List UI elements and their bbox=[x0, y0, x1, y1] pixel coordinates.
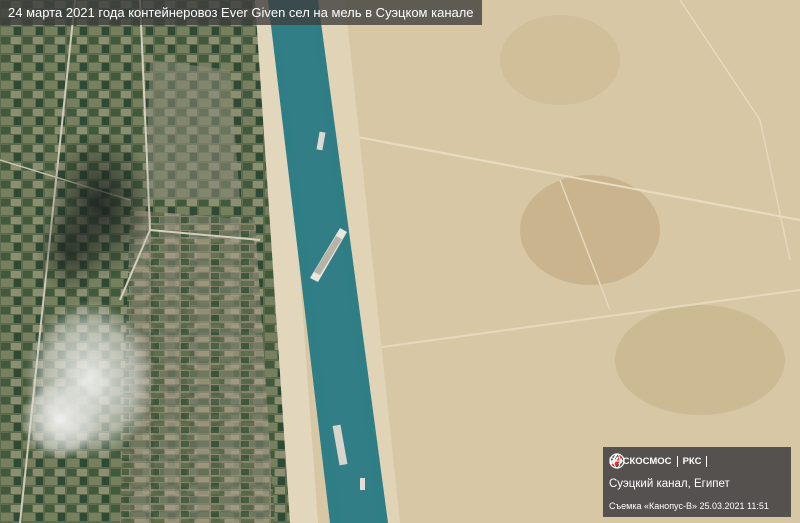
location-label: Суэцкий канал, Египет bbox=[609, 478, 730, 490]
shot-info: Съемка «Канопус-В» 25.03.2021 11:51 bbox=[609, 501, 769, 511]
satellite-scene bbox=[0, 0, 800, 523]
credit-panel: РОСКОСМОС РКС Суэцкий канал, Египет Съем… bbox=[603, 447, 791, 517]
logo-divider bbox=[706, 455, 708, 467]
ship-small bbox=[360, 478, 365, 490]
image-caption: 24 марта 2021 года контейнеровоз Ever Gi… bbox=[0, 0, 482, 25]
logo-row: РОСКОСМОС РКС bbox=[609, 453, 708, 469]
satellite-image: 24 марта 2021 года контейнеровоз Ever Gi… bbox=[0, 0, 800, 523]
globe-seal-icon bbox=[609, 453, 625, 469]
rks-label: РКС bbox=[682, 455, 702, 467]
logo-divider bbox=[676, 455, 678, 467]
